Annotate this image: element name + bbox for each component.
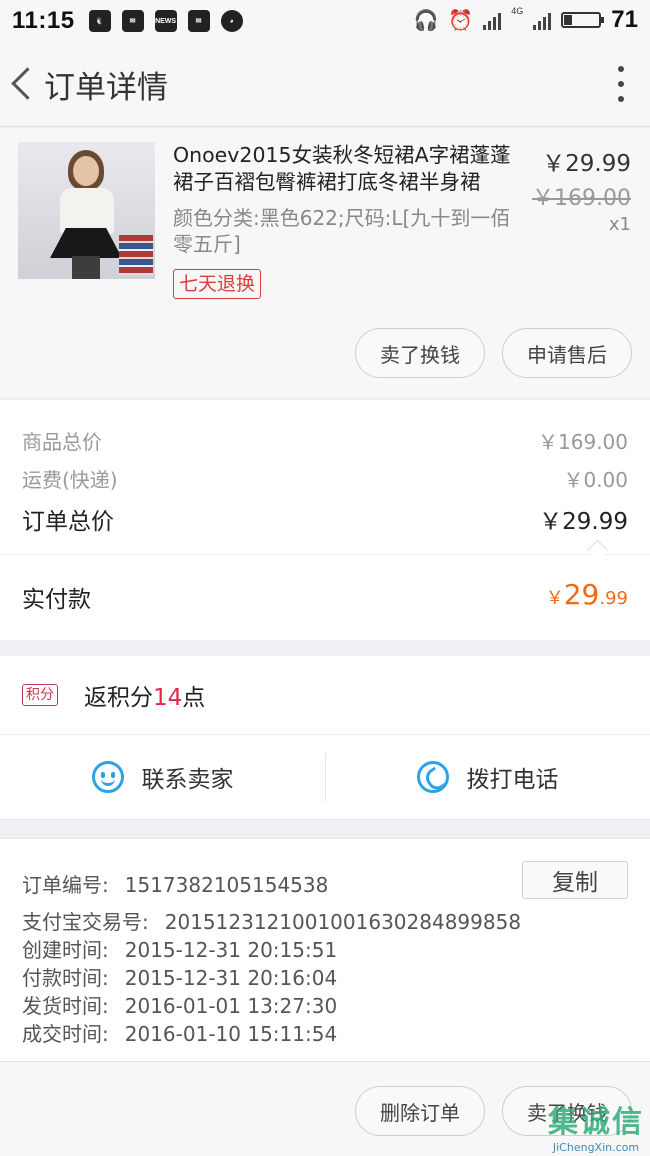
goods-total-label: 商品总价	[22, 430, 102, 454]
qq-icon: 🐧	[88, 10, 111, 32]
news-icon: NEWS	[154, 10, 177, 32]
product-quantity: x1	[608, 214, 631, 235]
signal-icon	[483, 10, 502, 30]
chat-smile-icon	[91, 761, 124, 793]
phone-icon	[416, 761, 449, 793]
paid-label: 实付款	[22, 587, 91, 613]
order-number-row: 订单编号: 1517382105154538	[22, 873, 329, 897]
alipay-row: 支付宝交易号: 2015123121001001630284899858	[22, 910, 522, 934]
alipay-number: 2015123121001001630284899858	[164, 910, 522, 934]
product-original-price: ￥169.00	[532, 186, 631, 211]
network-type: 4G	[511, 6, 524, 16]
message-icon: ✉	[121, 10, 144, 32]
created-time-row: 创建时间: 2015-12-31 20:15:51	[22, 938, 338, 962]
completed-time-row: 成交时间: 2016-01-10 15:11:54	[22, 1022, 338, 1046]
mail-icon: ✉	[187, 10, 210, 32]
status-time: 11:15	[12, 7, 75, 34]
copy-button[interactable]: 复制	[522, 861, 628, 899]
battery-icon	[561, 12, 605, 28]
contact-seller-label: 联系卖家	[141, 767, 234, 793]
delete-order-button[interactable]: 删除订单	[355, 1086, 485, 1136]
paid-time-row: 付款时间: 2015-12-31 20:16:04	[22, 966, 338, 990]
status-right: 🎧 ⏰ 4G 71	[413, 6, 638, 34]
alarm-icon: ⏰	[448, 9, 474, 32]
nav-bar: 订单详情	[0, 42, 650, 127]
goods-total-row: 商品总价 ￥169.00	[22, 426, 628, 455]
more-menu-icon[interactable]	[616, 66, 626, 102]
call-phone-button[interactable]: 拨打电话	[325, 735, 650, 819]
back-arrow-icon[interactable]	[8, 62, 42, 106]
sell-for-cash-button[interactable]: 卖了换钱	[355, 328, 485, 378]
order-total-value: ￥29.99	[539, 509, 628, 535]
page-title: 订单详情	[44, 70, 168, 106]
watermark-logo: 集诚信 JiChengXin.com	[548, 1105, 644, 1154]
product-image[interactable]	[18, 142, 155, 279]
order-info: 订单编号: 1517382105154538 复制 支付宝交易号: 20151231…	[0, 838, 650, 1062]
shipping-label: 运费(快递)	[22, 468, 118, 492]
order-number: 1517382105154538	[124, 873, 329, 897]
contact-bar: 联系卖家 拨打电话	[0, 735, 650, 820]
product-spec: 颜色分类:黑色622;尺码:L[九十到一佰零五斤]	[173, 206, 511, 256]
headset-icon: 🎧	[413, 9, 439, 32]
status-bar: 11:15 🐧 ✉ NEWS ✉ ◕ 🎧 ⏰ 4G 71	[0, 0, 650, 42]
paid-amount: ￥29.99	[545, 578, 628, 611]
product-title[interactable]: Onoev2015女装秋冬短裙A字裙蓬蓬裙子百褶包臀裤裙打底冬裙半身裙	[173, 142, 518, 196]
product-card[interactable]: Onoev2015女装秋冬短裙A字裙蓬蓬裙子百褶包臀裤裙打底冬裙半身裙 颜色分类…	[0, 128, 650, 398]
points-row: 积分 返积分14点	[0, 656, 650, 735]
contact-seller-button[interactable]: 联系卖家	[0, 735, 325, 819]
signal-icon-2	[533, 10, 552, 30]
after-sales-button[interactable]: 申请售后	[502, 328, 632, 378]
goods-total-value: ￥169.00	[538, 430, 628, 454]
call-phone-label: 拨打电话	[466, 767, 559, 793]
ball-icon: ◕	[220, 10, 243, 32]
order-total-label: 订单总价	[22, 509, 114, 535]
notification-icons: 🐧 ✉ NEWS ✉ ◕	[88, 10, 243, 32]
price-summary: 商品总价 ￥169.00 运费(快递) ￥0.00 订单总价 ￥29.99 实付…	[0, 400, 650, 640]
shipping-value: ￥0.00	[563, 468, 628, 492]
product-price: ￥29.99	[542, 151, 631, 177]
points-badge: 积分	[22, 684, 58, 706]
order-total-row: 订单总价 ￥29.99	[22, 502, 628, 536]
bottom-action-bar: 删除订单 卖了换钱 集诚信 JiChengXin.com	[0, 1061, 650, 1156]
shipping-row: 运费(快递) ￥0.00	[22, 464, 628, 493]
caret-up-icon	[586, 539, 609, 562]
return-policy-tag: 七天退换	[173, 269, 262, 299]
shipped-time-row: 发货时间: 2016-01-01 13:27:30	[22, 994, 338, 1018]
battery-level: 71	[611, 6, 638, 33]
points-text: 返积分14点	[84, 685, 206, 711]
